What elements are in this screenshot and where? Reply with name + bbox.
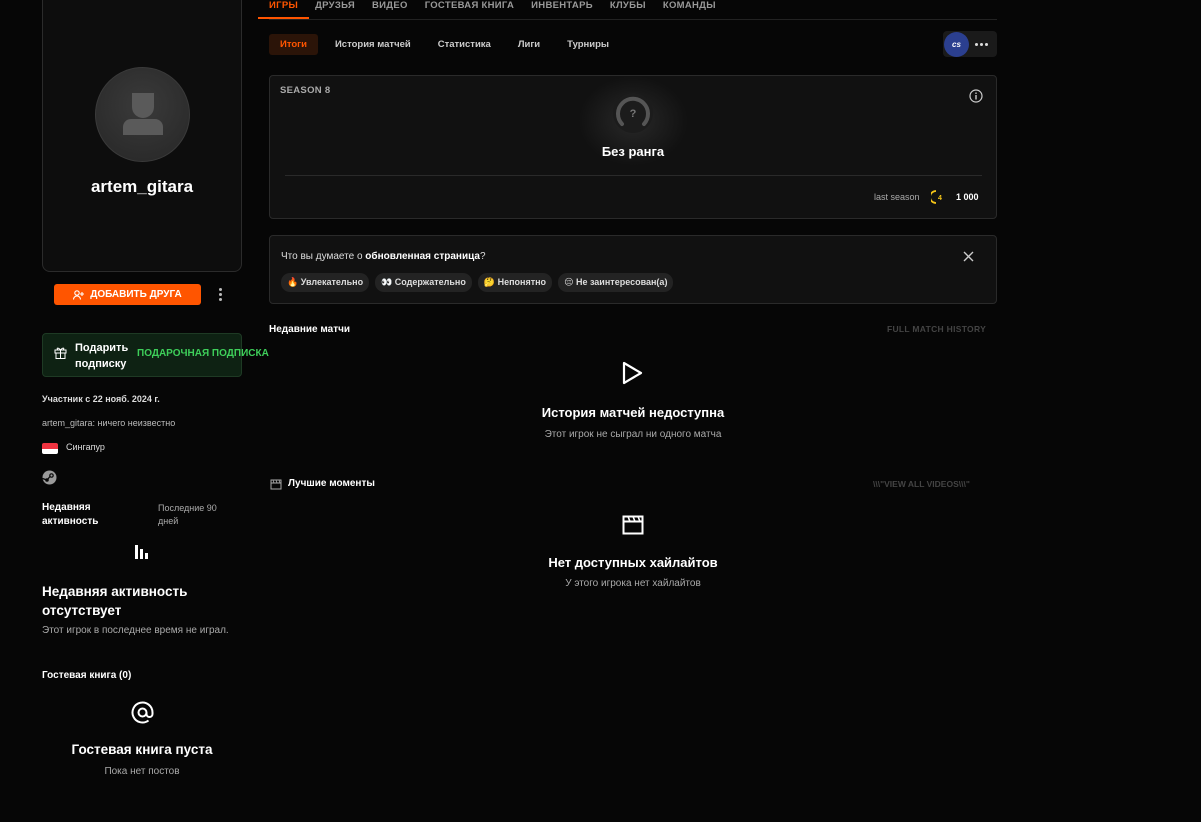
at-sign-icon	[131, 701, 154, 724]
more-horizontal-icon[interactable]	[975, 42, 988, 46]
guestbook-empty-subtitle: Пока нет постов	[104, 766, 180, 777]
member-since: Участник с 22 нояб. 2024 г.	[42, 394, 160, 404]
recent-matches-title: Недавние матчи	[269, 324, 351, 335]
gift-icon	[54, 347, 67, 359]
highlights-title: Лучшие моменты	[288, 478, 375, 489]
username: artem_gitara	[90, 177, 194, 196]
no-activity-subtitle: Этот игрок в последнее время не играл.	[42, 625, 229, 636]
elo-value: 1 000	[956, 192, 979, 202]
feedback-question: Что вы думаете о обновленная страница?	[281, 251, 486, 262]
add-friend-label: ДОБАВИТЬ ДРУГА	[90, 289, 182, 300]
tab-clubs[interactable]: КЛУБЫ	[610, 0, 646, 19]
highlights-empty-title: Нет доступных хайлайтов	[548, 555, 718, 570]
subtab-match-history[interactable]: История матчей	[322, 34, 424, 55]
gift-subscription-link[interactable]: ПОДАРОЧНАЯ ПОДПИСКА	[137, 348, 269, 359]
add-user-icon	[73, 289, 85, 300]
info-icon[interactable]	[969, 89, 983, 103]
game-switcher[interactable]: cs	[943, 31, 997, 57]
view-all-videos-link[interactable]: \\\"VIEW ALL VIDEOS\\\"	[873, 479, 970, 489]
tab-guestbook[interactable]: ГОСТЕВАЯ КНИГА	[425, 0, 514, 19]
user-placeholder-icon	[123, 93, 163, 135]
tab-inventory[interactable]: ИНВЕНТАРЬ	[531, 0, 593, 19]
singapore-flag-icon	[42, 443, 58, 454]
chip-informative[interactable]: 👀 Содержательно	[375, 273, 472, 292]
country: Сингапур	[66, 442, 105, 452]
tab-teams[interactable]: КОМАНДЫ	[663, 0, 716, 19]
bar-chart-icon	[135, 545, 148, 559]
cs2-game-icon: cs	[944, 31, 969, 57]
subtab-statistics[interactable]: Статистика	[425, 34, 504, 55]
level-4-icon: 4	[931, 190, 942, 204]
tab-friends[interactable]: ДРУЗЬЯ	[315, 0, 355, 19]
feedback-card	[269, 235, 997, 304]
clapperboard-icon	[622, 515, 644, 535]
tab-games[interactable]: ИГРЫ	[258, 0, 310, 19]
feedback-chips: 🔥 Увлекательно 👀 Содержательно 🤔 Непонят…	[281, 273, 674, 292]
profile-status: artem_gitara: ничего неизвестно	[42, 418, 176, 428]
rank-symbol: ?	[630, 108, 637, 120]
feedback-question-suffix: ?	[479, 251, 486, 262]
matches-empty-subtitle: Этот игрок не сыграл ни одного матча	[544, 429, 722, 440]
matches-empty-title: История матчей недоступна	[541, 405, 725, 420]
more-options-icon[interactable]	[213, 286, 227, 303]
chip-exciting[interactable]: 🔥 Увлекательно	[281, 273, 370, 292]
full-match-history-link[interactable]: FULL MATCH HISTORY	[887, 324, 986, 334]
last-season-label: last season	[874, 192, 920, 202]
feedback-question-prefix: Что вы думаете о	[281, 251, 366, 262]
rank-name: Без ранга	[601, 144, 665, 159]
chip-confusing[interactable]: 🤔 Непонятно	[477, 273, 553, 292]
gift-label: Подарить подписку	[75, 342, 129, 370]
highlights-empty-subtitle: У этого игрока нет хайлайтов	[565, 578, 701, 589]
avatar	[95, 67, 190, 162]
top-navigation: ИГРЫ ДРУЗЬЯ ВИДЕО ГОСТЕВАЯ КНИГА ИНВЕНТА…	[258, 0, 997, 20]
subtab-tournaments[interactable]: Турниры	[554, 34, 622, 55]
divider	[285, 175, 982, 176]
feedback-question-subject: обновленная страница	[365, 251, 480, 262]
tab-videos[interactable]: ВИДЕО	[372, 0, 408, 19]
sub-navigation: Итоги История матчей Статистика Лиги Тур…	[269, 34, 623, 55]
no-activity-title: Недавняя активность отсутствует	[42, 584, 188, 618]
rank-unranked-icon: ?	[613, 93, 653, 133]
close-icon[interactable]	[962, 250, 975, 263]
subtab-overview[interactable]: Итоги	[269, 34, 318, 55]
guestbook-empty-title: Гостевая книга пуста	[71, 742, 213, 757]
add-friend-button[interactable]: ДОБАВИТЬ ДРУГА	[54, 284, 201, 305]
recent-activity-title: Недавняя активность	[42, 502, 99, 527]
clapperboard-icon	[270, 479, 282, 490]
recent-activity-period: Последние 90 дней	[158, 503, 217, 526]
steam-icon[interactable]	[42, 470, 57, 485]
chip-not-interested[interactable]: 😔 Не заинтересован(а)	[558, 273, 674, 292]
play-icon	[622, 361, 643, 385]
season-label: SEASON 8	[280, 85, 331, 96]
level-value: 4	[938, 195, 942, 202]
subtab-leagues[interactable]: Лиги	[505, 34, 553, 55]
guestbook-title: Гостевая книга (0)	[42, 670, 132, 681]
